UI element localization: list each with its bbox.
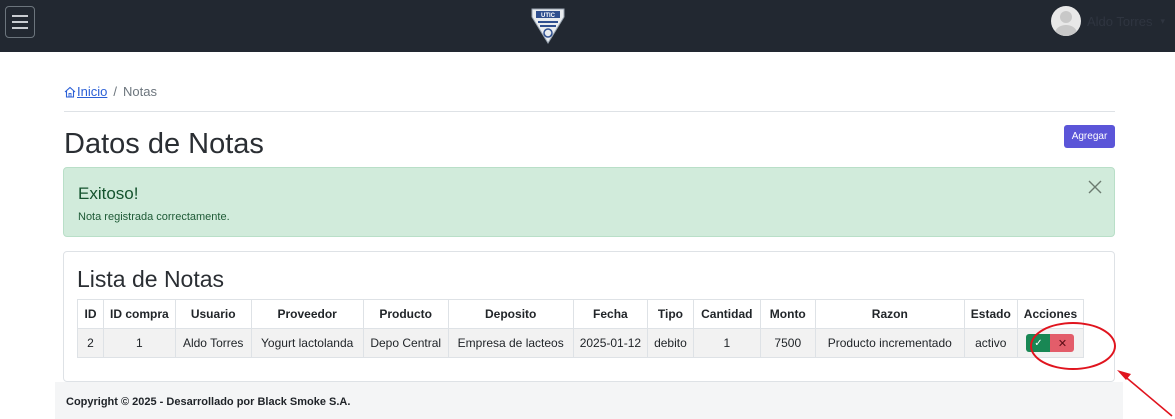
column-header: Cantidad <box>692 299 761 329</box>
menu-bar-icon <box>12 27 28 29</box>
notes-card: Lista de Notas ID ID compra Usuario Prov… <box>63 251 1115 382</box>
user-avatar <box>1050 6 1081 36</box>
page-title: Datos de Notas <box>64 128 264 160</box>
breadcrumb-current: Notas <box>122 84 157 99</box>
user-name: Aldo Torres <box>1086 13 1153 29</box>
column-header: Monto <box>759 299 816 329</box>
cell-deposito: Empresa de lacteos <box>447 328 574 358</box>
add-button[interactable]: Agregar <box>1064 125 1115 148</box>
success-alert: Exitoso! Nota registrada correctamente. <box>63 167 1115 237</box>
column-header: ID compra <box>103 299 176 329</box>
cell-id-compra: 1 <box>103 328 176 358</box>
column-header: Fecha <box>572 299 649 329</box>
breadcrumb: Inicio / Notas <box>64 84 157 99</box>
cell-cantidad: 1 <box>692 328 761 358</box>
alert-message: Nota registrada correctamente. <box>78 211 230 223</box>
breadcrumb-separator: / <box>113 84 117 99</box>
column-header: Razon <box>814 299 965 329</box>
divider <box>64 111 1115 112</box>
menu-bar-icon <box>12 15 28 17</box>
user-menu[interactable]: Aldo Torres ▾ <box>1050 6 1165 36</box>
column-header: Usuario <box>174 299 252 329</box>
cell-razon: Producto incrementado <box>814 328 965 358</box>
column-header: Producto <box>362 299 449 329</box>
cell-fecha: 2025-01-12 <box>572 328 649 358</box>
utic-logo: UTIC <box>531 8 565 44</box>
cell-usuario: Aldo Torres <box>174 328 252 358</box>
top-navbar: UTIC Aldo Torres ▾ <box>0 0 1175 52</box>
cell-estado: activo <box>963 328 1018 358</box>
column-header: Deposito <box>447 299 574 329</box>
cell-proveedor: Yogurt lactolanda <box>250 328 364 358</box>
cell-tipo: debito <box>647 328 694 358</box>
table-header-row: ID ID compra Usuario Proveedor Producto … <box>77 299 1085 329</box>
card-title: Lista de Notas <box>77 266 225 292</box>
home-icon <box>64 86 76 98</box>
logo-text: UTIC <box>541 13 556 19</box>
breadcrumb-home-label: Inicio <box>77 84 108 99</box>
cell-producto: Depo Central <box>362 328 449 358</box>
table-row: 2 1 Aldo Torres Yogurt lactolanda Depo C… <box>77 328 1085 358</box>
cell-monto: 7500 <box>759 328 816 358</box>
close-icon[interactable] <box>1088 180 1102 194</box>
column-header: ID <box>77 299 104 329</box>
column-header: Estado <box>963 299 1018 329</box>
menu-bar-icon <box>12 21 28 23</box>
footer: Copyright © 2025 - Desarrollado por Blac… <box>55 382 1123 419</box>
column-header: Tipo <box>647 299 694 329</box>
chevron-down-icon: ▾ <box>1160 15 1165 26</box>
alert-title: Exitoso! <box>78 184 139 203</box>
hamburger-menu-button[interactable] <box>5 6 35 38</box>
cell-id: 2 <box>77 328 104 358</box>
footer-copyright: Copyright © 2025 - Desarrollado por Blac… <box>66 396 351 408</box>
column-header: Proveedor <box>250 299 364 329</box>
breadcrumb-home-link[interactable]: Inicio <box>64 84 107 99</box>
notes-table: ID ID compra Usuario Proveedor Producto … <box>77 299 1085 358</box>
